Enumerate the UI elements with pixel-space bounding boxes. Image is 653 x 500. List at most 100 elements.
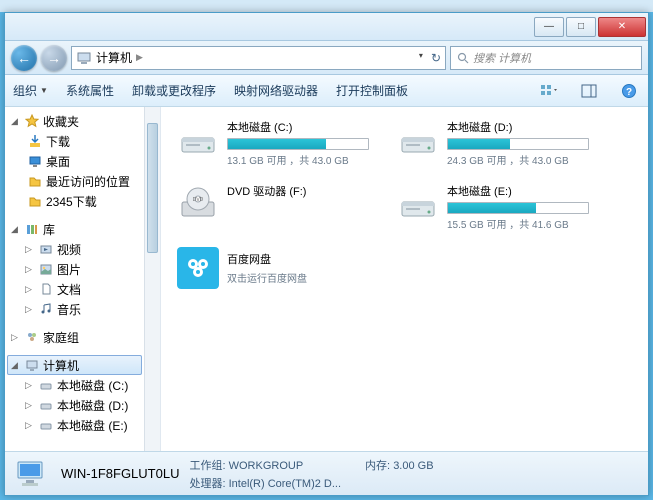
folder-icon [27,193,43,209]
computer-icon [76,50,92,66]
control-panel-button[interactable]: 打开控制面板 [336,82,408,99]
content-pane: 本地磁盘 (C:) 13.1 GB 可用 ，共 43.0 GB 本地磁盘 (D:)2… [161,107,648,451]
workgroup-label: 工作组: [189,460,225,472]
sidebar-item-pictures[interactable]: ▷图片 [5,259,160,279]
cpu-label: 处理器: [189,478,225,490]
drive-stats: 24.3 GB 可用 ，共 43.0 GB [447,152,589,167]
music-icon [38,301,54,317]
sidebar-homegroup[interactable]: ▷家庭组 [5,327,160,347]
drive-name: 本地磁盘 (E:) [447,183,589,199]
drive-icon [177,119,219,161]
sidebar-item-drive-e[interactable]: ▷本地磁盘 (E:) [5,415,160,435]
drive-item[interactable]: 本地磁盘 (E:) 15.5 GB 可用 ，共 41.6 GB [393,179,593,235]
drive-usage-bar [227,138,369,150]
sidebar-item-drive-d[interactable]: ▷本地磁盘 (D:) [5,395,160,415]
map-drive-button[interactable]: 映射网络驱动器 [234,82,318,99]
body: ◢ 收藏夹 下载 桌面 最近访问的位置 2345下载 ◢ 库 ▷视频 ▷图片 ▷… [5,107,648,451]
download-icon [27,133,43,149]
dvd-drive-item[interactable]: DVD DVD 驱动器 (F:) [173,179,373,235]
drive-name: 本地磁盘 (C:) [227,119,369,135]
expand-icon[interactable]: ▷ [25,284,35,295]
star-icon [24,113,40,129]
picture-icon [38,261,54,277]
navbar: ← → 计算机 ▶ ▾ ↻ 搜索 计算机 [5,41,648,75]
help-icon[interactable]: ? [618,80,640,102]
expand-icon[interactable]: ▷ [25,244,35,255]
sidebar-item-recent[interactable]: 最近访问的位置 [5,171,160,191]
sidebar-computer[interactable]: ◢ 计算机 [7,355,142,375]
sidebar-item-2345[interactable]: 2345下载 [5,191,160,211]
collapse-icon[interactable]: ◢ [11,116,21,127]
drive-item[interactable]: 本地磁盘 (C:) 13.1 GB 可用 ，共 43.0 GB [173,115,373,171]
svg-text:DVD: DVD [193,197,204,203]
sidebar-favorites[interactable]: ◢ 收藏夹 [5,111,160,131]
explorer-window: — □ ✕ ← → 计算机 ▶ ▾ ↻ 搜索 计算机 组织▼ 系统属性 卸载或更… [4,12,649,496]
scrollbar-thumb[interactable] [147,123,158,253]
computer-name: WIN-1F8FGLUT0LU [61,466,179,481]
breadcrumb-arrow-icon[interactable]: ▶ [136,52,143,63]
search-placeholder: 搜索 计算机 [473,50,531,66]
minimize-button[interactable]: — [534,17,564,37]
cpu-value: Intel(R) Core(TM)2 D... [229,478,341,490]
collapse-icon[interactable]: ◢ [11,360,21,371]
sidebar-item-drive-c[interactable]: ▷本地磁盘 (C:) [5,375,160,395]
svg-text:?: ? [626,87,632,98]
homegroup-icon [24,329,40,345]
address-dropdown-icon[interactable]: ▾ [419,51,423,65]
memory-label: 内存: [365,460,390,472]
sidebar-item-desktop[interactable]: 桌面 [5,151,160,171]
app-name: 百度网盘 [227,251,369,267]
expand-icon[interactable]: ▷ [25,380,35,391]
system-properties-button[interactable]: 系统属性 [66,82,114,99]
address-bar[interactable]: 计算机 ▶ ▾ ↻ [71,46,446,70]
organize-menu[interactable]: 组织▼ [13,82,48,99]
address-text: 计算机 [96,49,132,66]
drive-icon [397,183,439,225]
library-icon [24,221,40,237]
search-icon [457,52,469,64]
close-button[interactable]: ✕ [598,17,646,37]
dvd-name: DVD 驱动器 (F:) [227,183,369,199]
refresh-icon[interactable]: ↻ [431,51,441,65]
computer-icon [24,357,40,373]
dvd-icon: DVD [177,183,219,225]
sidebar: ◢ 收藏夹 下载 桌面 最近访问的位置 2345下载 ◢ 库 ▷视频 ▷图片 ▷… [5,107,161,451]
drive-usage-bar [447,202,589,214]
expand-icon[interactable]: ▷ [25,420,35,431]
forward-button[interactable]: → [41,45,67,71]
video-icon [38,241,54,257]
maximize-button[interactable]: □ [566,17,596,37]
app-desc: 双击运行百度网盘 [227,270,369,285]
computer-large-icon [13,455,51,493]
expand-icon[interactable]: ▷ [25,264,35,275]
back-button[interactable]: ← [11,45,37,71]
preview-pane-icon[interactable] [578,80,600,102]
sidebar-item-documents[interactable]: ▷文档 [5,279,160,299]
baidu-netdisk-item[interactable]: 百度网盘双击运行百度网盘 [173,243,373,293]
expand-icon[interactable]: ▷ [25,304,35,315]
drive-icon [38,417,54,433]
sidebar-libraries[interactable]: ◢ 库 [5,219,160,239]
toolbar: 组织▼ 系统属性 卸载或更改程序 映射网络驱动器 打开控制面板 ? [5,75,648,107]
drive-item[interactable]: 本地磁盘 (D:)24.3 GB 可用 ，共 43.0 GB [393,115,593,171]
drive-icon [38,377,54,393]
search-input[interactable]: 搜索 计算机 [450,46,642,70]
browser-tabs-hint [0,0,653,12]
sidebar-item-downloads[interactable]: 下载 [5,131,160,151]
drive-icon [397,119,439,161]
drive-stats: 13.1 GB 可用 ，共 43.0 GB [227,152,369,167]
recent-icon [27,173,43,189]
expand-icon[interactable]: ▷ [11,332,21,343]
memory-value: 3.00 GB [393,460,433,472]
view-menu-icon[interactable] [538,80,560,102]
collapse-icon[interactable]: ◢ [11,224,21,235]
sidebar-item-videos[interactable]: ▷视频 [5,239,160,259]
titlebar: — □ ✕ [5,13,648,41]
sidebar-scrollbar[interactable] [144,107,160,451]
uninstall-programs-button[interactable]: 卸载或更改程序 [132,82,216,99]
desktop-icon [27,153,43,169]
statusbar: WIN-1F8FGLUT0LU 工作组: WORKGROUP 处理器: Inte… [5,451,648,495]
sidebar-item-music[interactable]: ▷音乐 [5,299,160,319]
drive-stats: 15.5 GB 可用 ，共 41.6 GB [447,216,589,231]
expand-icon[interactable]: ▷ [25,400,35,411]
